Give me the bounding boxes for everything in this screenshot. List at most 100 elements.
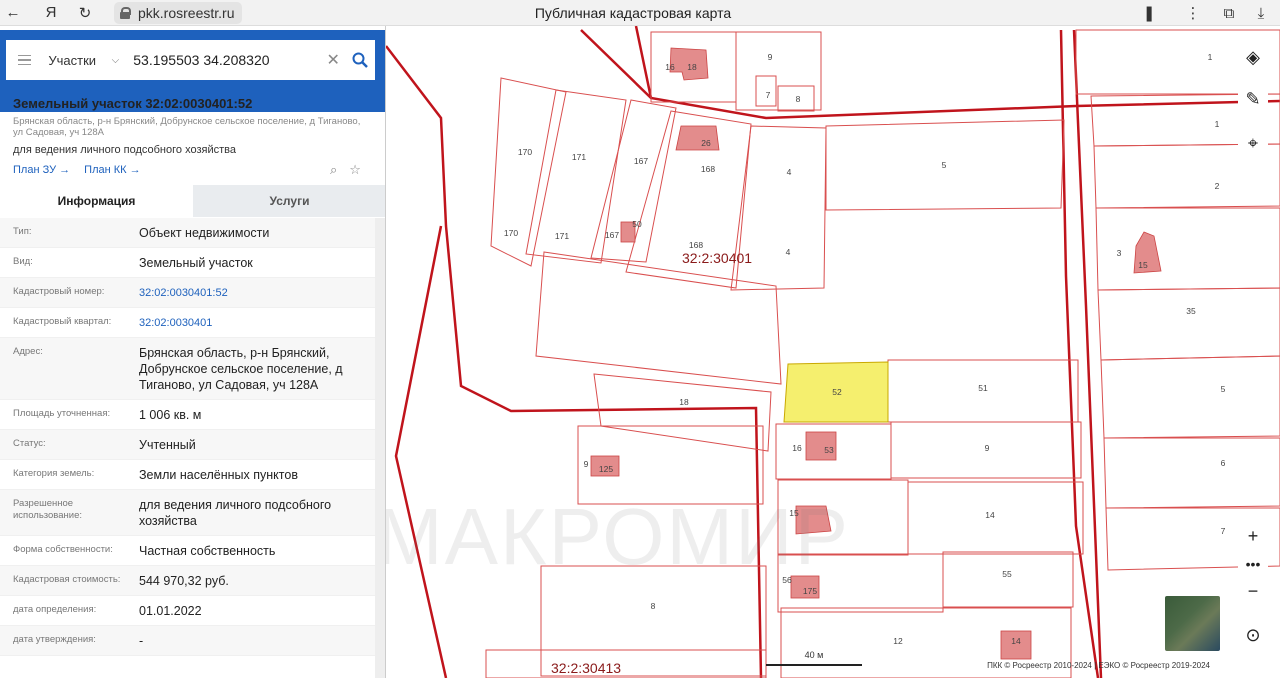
scrollbar[interactable]: [375, 218, 385, 678]
search-bar: Участки ⌵ ✕: [6, 40, 375, 80]
parcel-label: 2: [1215, 181, 1220, 191]
info-key: Тип:: [13, 226, 32, 237]
info-row: Вид: Земельный участок: [0, 248, 375, 278]
chevron-down-icon: ⌵: [111, 54, 120, 66]
parcel-label: 3: [1117, 248, 1122, 258]
parcel-label: 171: [572, 152, 586, 162]
parcel-label: 51: [978, 383, 988, 393]
parcel-label: 4: [786, 247, 791, 257]
info-key: дата определения:: [13, 604, 97, 615]
parcel-label: 15: [1138, 260, 1148, 270]
plan-zu-link[interactable]: План ЗУ →: [13, 164, 70, 176]
parcel-label: 125: [599, 464, 613, 474]
parcel-label: 168: [689, 240, 703, 250]
parcel-label: 16: [792, 443, 802, 453]
zoom-out-button[interactable]: −: [1238, 576, 1268, 606]
search-button[interactable]: [344, 40, 375, 80]
parcel-label: 8: [651, 601, 656, 611]
map-view[interactable]: 9 16 18 7 8 1 170 171 167 26 168 5 4 170 171 167 50 168 4 2…: [386, 26, 1280, 678]
parcel-label: 9: [584, 459, 589, 469]
tabs: Информация Услуги: [0, 185, 385, 217]
browser-toolbar: ← Я ↻ pkk.rosreestr.ru Публичная кадастр…: [0, 0, 1280, 26]
watermark-text: МАКРОМИР: [386, 492, 850, 581]
info-row: Кадастровый номер: 32:02:0030401:52: [0, 278, 375, 308]
info-value: Земли населённых пунктов: [139, 468, 298, 482]
info-key: Кадастровый квартал:: [13, 316, 112, 327]
parcel-label: 5: [1221, 384, 1226, 394]
locate-icon[interactable]: ⌖: [1238, 128, 1268, 158]
clear-icon[interactable]: ✕: [322, 50, 344, 70]
parcel-label: 26: [701, 138, 711, 148]
info-value: 1 006 кв. м: [139, 408, 202, 422]
object-type-label: Участки: [48, 52, 97, 68]
info-key: Форма собственности:: [13, 544, 113, 555]
info-value[interactable]: 32:02:0030401:52: [126, 278, 375, 307]
bookmark-icon[interactable]: ❚: [1136, 0, 1162, 26]
info-row: Кадастровый квартал: 32:02:0030401: [0, 308, 375, 338]
info-row: Тип: Объект недвижимости: [0, 218, 375, 248]
favorite-star-icon[interactable]: ☆: [349, 162, 361, 178]
scale-bar: 40 м: [766, 650, 862, 666]
parcel-label: 1: [1208, 52, 1213, 62]
info-key: Вид:: [13, 256, 33, 267]
info-key: Адрес:: [13, 346, 43, 357]
parcel-label: 52: [832, 387, 842, 397]
info-row: Площадь уточненная: 1 006 кв. м: [0, 400, 375, 430]
info-value: Объект недвижимости: [139, 226, 270, 240]
page-title: Публичная кадастровая карта: [534, 5, 732, 21]
info-value: 544 970,32 руб.: [139, 574, 229, 588]
info-list: Тип: Объект недвижимости Вид: Земельный уча…: [0, 218, 375, 656]
parcel-label: 7: [1221, 526, 1226, 536]
satellite-basemap-toggle[interactable]: [1165, 596, 1220, 651]
parcel-label: 14: [985, 510, 995, 520]
zoom-to-object-icon[interactable]: ⌕: [330, 162, 337, 178]
info-value: 01.01.2022: [139, 604, 202, 618]
parcel-label: 4: [787, 167, 792, 177]
tab-information[interactable]: Информация: [0, 185, 193, 217]
info-key: Статус:: [13, 438, 46, 449]
attribution: ПКК © Росреестр 2010-2024 | ЕЭКО © Росре…: [987, 661, 1210, 670]
compass-icon[interactable]: ⊙: [1238, 620, 1268, 650]
download-icon[interactable]: ⤓: [1248, 0, 1274, 26]
more-icon[interactable]: •••: [1238, 549, 1268, 579]
info-key: Кадастровый номер:: [13, 286, 105, 297]
layers-icon[interactable]: ◈: [1238, 42, 1268, 72]
parcel-label: 175: [803, 586, 817, 596]
parcel-label: 18: [687, 62, 697, 72]
info-key: Разрешенное использование:: [13, 498, 83, 521]
info-value: -: [139, 634, 144, 648]
info-value[interactable]: 32:02:0030401: [126, 308, 375, 337]
menu-icon[interactable]: ⋮: [1180, 0, 1206, 26]
search-input[interactable]: [125, 40, 323, 80]
plan-kk-link[interactable]: План КК →: [84, 164, 140, 176]
sidebar: Участки ⌵ ✕ ‹ Земельный участок 32:02:00…: [0, 26, 386, 678]
parcel-label: 171: [555, 231, 569, 241]
parcel-label: 168: [701, 164, 715, 174]
zoom-in-button[interactable]: +: [1238, 521, 1268, 551]
info-row: Категория земель: Земли населённых пункто…: [0, 460, 375, 490]
parcel-label: 16: [665, 62, 675, 72]
info-key: Кадастровая стоимость:: [13, 574, 121, 585]
parcel-label: 14: [1011, 636, 1021, 646]
info-row: Разрешенное использование: для ведения ли…: [0, 490, 375, 536]
info-value: Земельный участок: [139, 256, 253, 270]
parcel-label: 5: [942, 160, 947, 170]
info-row: Кадастровая стоимость: 544 970,32 руб.: [0, 566, 375, 596]
info-value: Учтенный: [139, 438, 196, 452]
info-value: Частная собственность: [139, 544, 276, 558]
hamburger-icon[interactable]: [6, 40, 42, 80]
ruler-icon[interactable]: ✎: [1238, 84, 1268, 114]
parcel-label: 53: [824, 445, 834, 455]
search-icon: [352, 52, 368, 68]
info-key: Категория земель:: [13, 468, 95, 479]
tab-services[interactable]: Услуги: [193, 185, 385, 217]
parcel-label: 55: [1002, 569, 1012, 579]
collections-icon[interactable]: ⧉: [1216, 0, 1242, 26]
parcel-label: 50: [632, 219, 642, 229]
info-row: Статус: Учтенный: [0, 430, 375, 460]
parcel-label: 167: [605, 230, 619, 240]
info-row: дата определения: 01.01.2022: [0, 596, 375, 626]
parcel-label: 167: [634, 156, 648, 166]
parcel-label: 9: [985, 443, 990, 453]
object-type-select[interactable]: Участки ⌵: [42, 53, 125, 68]
